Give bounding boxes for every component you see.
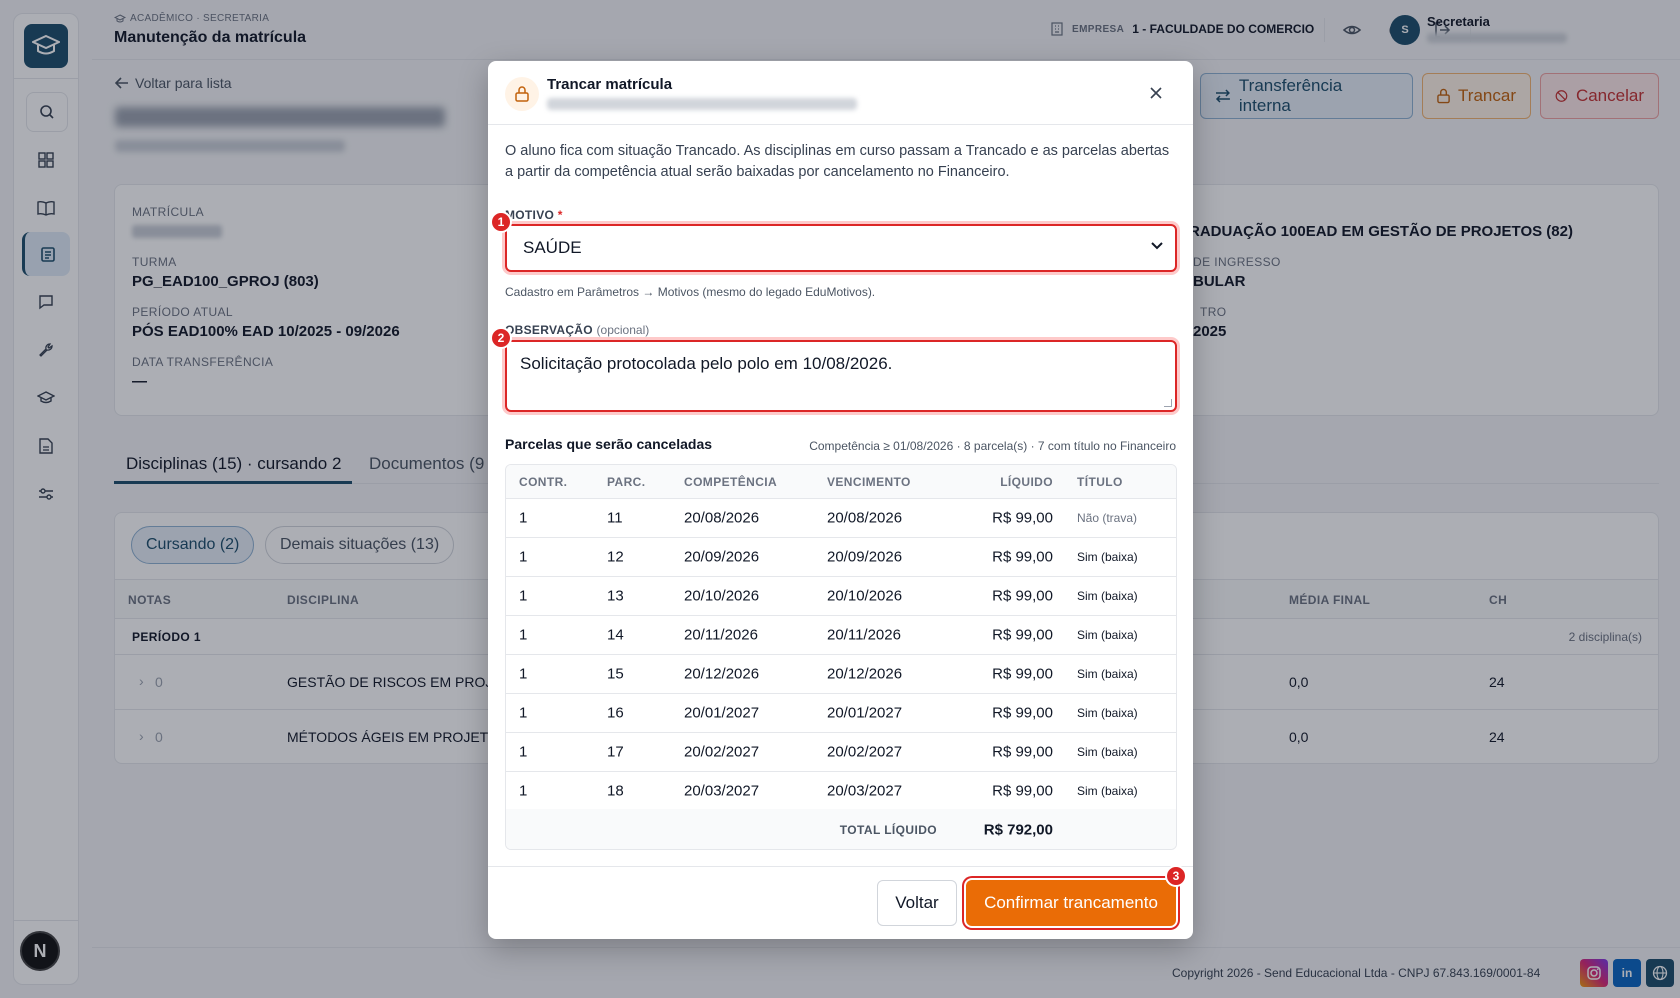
- motivo-selected-value: SAÚDE: [523, 238, 582, 257]
- step-badge-2: 2: [490, 327, 512, 349]
- cell-parc: 15: [607, 665, 624, 683]
- parcelas-table: CONTR. PARC. COMPETÊNCIA VENCIMENTO LÍQU…: [505, 464, 1177, 850]
- cell-vencimento: 20/02/2027: [827, 743, 903, 761]
- step-badge-3: 3: [1165, 865, 1187, 887]
- table-row: 1 13 20/10/2026 20/10/2026 R$ 99,00 Sim (baix…: [506, 577, 1176, 616]
- optional-hint: (opcional): [596, 323, 650, 337]
- resize-handle-icon[interactable]: [1164, 399, 1172, 407]
- motivo-label-text: MOTIVO: [505, 208, 555, 222]
- cell-competencia: 20/03/2027: [684, 782, 760, 800]
- table-row: 1 17 20/02/2027 20/02/2027 R$ 99,00 Sim (baix…: [506, 733, 1176, 772]
- cell-contr: 1: [519, 626, 528, 644]
- cell-liquido: R$ 99,00: [992, 548, 1053, 566]
- cell-titulo: Não (trava): [1077, 511, 1138, 525]
- table-row: 1 16 20/01/2027 20/01/2027 R$ 99,00 Sim (baix…: [506, 694, 1176, 733]
- modal-header: Trancar matrícula: [488, 61, 1193, 125]
- cell-contr: 1: [519, 587, 528, 605]
- total-value: R$ 792,00: [983, 821, 1053, 838]
- step-badge-1: 1: [490, 211, 512, 233]
- total-label: TOTAL LÍQUIDO: [839, 822, 937, 837]
- cell-parc: 17: [607, 743, 624, 761]
- cell-liquido: R$ 99,00: [992, 509, 1053, 527]
- col-contr: CONTR.: [519, 474, 568, 489]
- cell-titulo: Sim (baixa): [1077, 667, 1138, 681]
- parcelas-title: Parcelas que serão canceladas: [505, 436, 713, 452]
- col-vencimento: VENCIMENTO: [827, 474, 911, 489]
- cell-competencia: 20/01/2027: [684, 704, 760, 722]
- modal-description: O aluno fica com situação Trancado. As d…: [505, 143, 1170, 180]
- table-row: 1 15 20/12/2026 20/12/2026 R$ 99,00 Sim (baix…: [506, 655, 1176, 694]
- observacao-value: Solicitação protocolada pelo polo em 10/…: [520, 354, 893, 373]
- cell-vencimento: 20/09/2026: [827, 548, 903, 566]
- cell-titulo: Sim (baixa): [1077, 745, 1138, 759]
- motivo-label: MOTIVO *: [505, 208, 563, 222]
- col-parc: PARC.: [607, 474, 646, 489]
- cell-titulo: Sim (baixa): [1077, 706, 1138, 720]
- cell-liquido: R$ 99,00: [992, 587, 1053, 605]
- cell-parc: 13: [607, 587, 624, 605]
- cell-competencia: 20/02/2027: [684, 743, 760, 761]
- cell-titulo: Sim (baixa): [1077, 784, 1138, 798]
- observacao-textarea[interactable]: Solicitação protocolada pelo polo em 10/…: [505, 340, 1177, 412]
- table-row: 1 11 20/08/2026 20/08/2026 R$ 99,00 Não (trav…: [506, 499, 1176, 538]
- cell-competencia: 20/09/2026: [684, 548, 760, 566]
- voltar-button[interactable]: Voltar: [877, 880, 957, 926]
- table-row: 1 18 20/03/2027 20/03/2027 R$ 99,00 Sim (baix…: [506, 772, 1176, 811]
- lock-icon: [505, 77, 539, 111]
- cell-parc: 12: [607, 548, 624, 566]
- cell-contr: 1: [519, 704, 528, 722]
- parcelas-total-row: TOTAL LÍQUIDO R$ 792,00: [506, 809, 1176, 849]
- cell-competencia: 20/08/2026: [684, 509, 760, 527]
- cell-liquido: R$ 99,00: [992, 743, 1053, 761]
- cell-liquido: R$ 99,00: [992, 626, 1053, 644]
- motivo-select[interactable]: SAÚDE: [505, 224, 1177, 272]
- close-icon[interactable]: [1142, 79, 1170, 107]
- cell-contr: 1: [519, 509, 528, 527]
- cell-titulo: Sim (baixa): [1077, 589, 1138, 603]
- cell-vencimento: 20/03/2027: [827, 782, 903, 800]
- cell-contr: 1: [519, 743, 528, 761]
- parcelas-table-header: CONTR. PARC. COMPETÊNCIA VENCIMENTO LÍQU…: [506, 465, 1176, 499]
- cell-titulo: Sim (baixa): [1077, 628, 1138, 642]
- modal-title: Trancar matrícula: [547, 76, 673, 93]
- cell-titulo: Sim (baixa): [1077, 550, 1138, 564]
- cell-competencia: 20/11/2026: [684, 626, 758, 644]
- cell-vencimento: 20/12/2026: [827, 665, 903, 683]
- table-row: 1 12 20/09/2026 20/09/2026 R$ 99,00 Sim (baix…: [506, 538, 1176, 577]
- cell-parc: 18: [607, 782, 624, 800]
- cell-vencimento: 20/08/2026: [827, 509, 903, 527]
- cell-contr: 1: [519, 665, 528, 683]
- cell-contr: 1: [519, 548, 528, 566]
- cell-liquido: R$ 99,00: [992, 704, 1053, 722]
- confirmar-trancamento-button[interactable]: Confirmar trancamento: [966, 880, 1176, 926]
- cell-vencimento: 20/10/2026: [827, 587, 903, 605]
- cell-contr: 1: [519, 782, 528, 800]
- cell-liquido: R$ 99,00: [992, 665, 1053, 683]
- modal-subtitle-redacted: [547, 98, 857, 110]
- cell-parc: 11: [607, 509, 623, 527]
- observacao-label-text: OBSERVAÇÃO: [505, 323, 593, 337]
- chevron-down-icon: [1151, 242, 1163, 250]
- required-mark: *: [557, 208, 563, 222]
- cell-competencia: 20/12/2026: [684, 665, 760, 683]
- cell-vencimento: 20/11/2026: [827, 626, 901, 644]
- trancar-modal: Trancar matrícula O aluno fica com situa…: [488, 61, 1193, 939]
- cell-parc: 16: [607, 704, 624, 722]
- motivo-help-text: Cadastro em Parâmetros → Motivos (mesmo …: [505, 285, 876, 299]
- parcelas-info: Competência ≥ 01/08/2026 · 8 parcela(s) …: [809, 439, 1176, 453]
- cell-competencia: 20/10/2026: [684, 587, 760, 605]
- table-row: 1 14 20/11/2026 20/11/2026 R$ 99,00 Sim (baix…: [506, 616, 1176, 655]
- col-competencia: COMPETÊNCIA: [684, 474, 778, 489]
- cell-vencimento: 20/01/2027: [827, 704, 903, 722]
- col-titulo: TÍTULO: [1077, 474, 1123, 489]
- cell-liquido: R$ 99,00: [992, 782, 1053, 800]
- col-liquido: LÍQUIDO: [1000, 474, 1053, 489]
- cell-parc: 14: [607, 626, 624, 644]
- observacao-label: OBSERVAÇÃO (opcional): [505, 323, 649, 337]
